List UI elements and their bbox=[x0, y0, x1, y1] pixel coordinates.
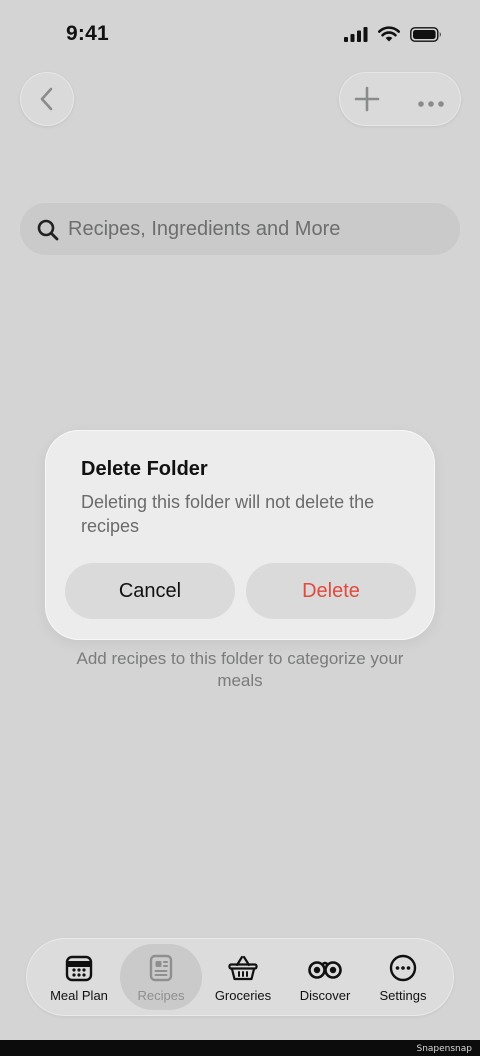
more-button[interactable] bbox=[417, 95, 445, 113]
tab-recipes[interactable]: Recipes bbox=[120, 944, 202, 1010]
back-button[interactable] bbox=[20, 72, 74, 126]
wifi-icon bbox=[378, 26, 400, 42]
ellipsis-icon bbox=[418, 101, 444, 107]
tab-label: Groceries bbox=[214, 988, 272, 1003]
add-button[interactable] bbox=[353, 85, 381, 118]
binoculars-icon bbox=[308, 961, 342, 979]
calendar-icon bbox=[65, 955, 93, 982]
search-placeholder: Recipes, Ingredients and More bbox=[68, 218, 341, 240]
status-time: 9:41 bbox=[66, 22, 109, 45]
search-input[interactable]: Recipes, Ingredients and More bbox=[20, 203, 460, 255]
tab-groceries[interactable]: Groceries bbox=[202, 944, 284, 1010]
delete-button[interactable]: Delete bbox=[246, 563, 416, 619]
tab-meal-plan[interactable]: Meal Plan bbox=[38, 944, 120, 1010]
watermark: Snapensnap bbox=[416, 1044, 472, 1054]
chevron-left-icon bbox=[40, 87, 53, 111]
tab-settings[interactable]: Settings bbox=[362, 944, 444, 1010]
recipe-card-icon bbox=[149, 954, 173, 982]
tab-label: Discover bbox=[299, 988, 351, 1003]
tab-label: Settings bbox=[379, 988, 427, 1003]
cellular-signal-icon bbox=[344, 26, 368, 42]
search-icon bbox=[37, 219, 59, 241]
empty-state-text: Add recipes to this folder to categorize… bbox=[76, 649, 404, 690]
bottom-strip bbox=[0, 1040, 480, 1056]
status-icons bbox=[344, 26, 442, 42]
plus-icon bbox=[354, 86, 380, 112]
dialog-message: Deleting this folder will not delete the… bbox=[81, 492, 375, 536]
status-bar: 9:41 bbox=[0, 0, 480, 70]
cancel-button[interactable]: Cancel bbox=[65, 563, 235, 619]
battery-icon bbox=[410, 26, 441, 42]
basket-icon bbox=[228, 955, 258, 981]
tab-label: Recipes bbox=[137, 988, 185, 1003]
toolbar-actions bbox=[339, 72, 461, 126]
tab-label: Meal Plan bbox=[50, 988, 108, 1003]
tab-discover[interactable]: Discover bbox=[284, 944, 366, 1010]
ellipsis-circle-icon bbox=[389, 954, 417, 982]
dialog-title: Delete Folder bbox=[81, 458, 208, 480]
delete-folder-dialog: Delete Folder Deleting this folder will … bbox=[45, 430, 435, 640]
tab-bar: Meal Plan Recipes Groceries Discover Set… bbox=[26, 938, 454, 1016]
